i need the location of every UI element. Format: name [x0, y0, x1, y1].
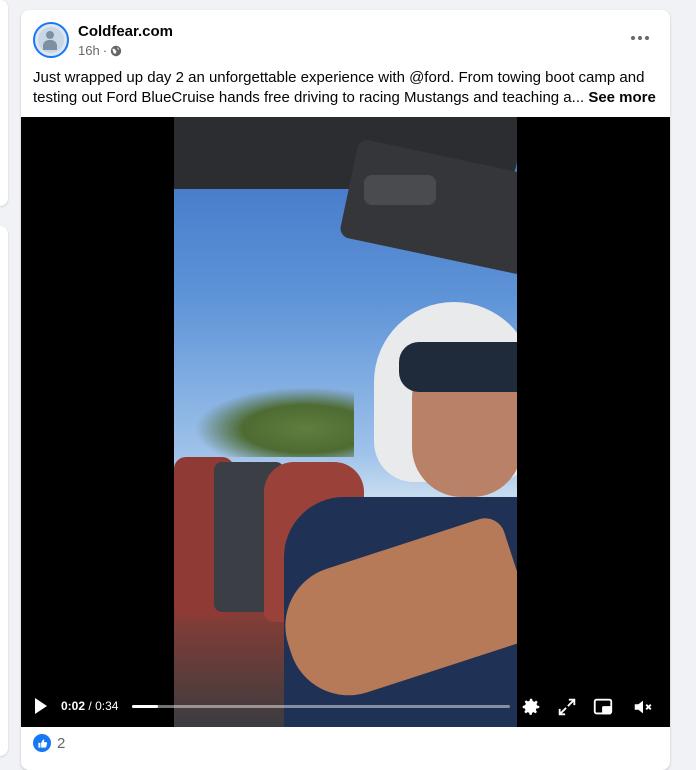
video-player[interactable]: 0:02 / 0:34 — [21, 117, 670, 727]
post-meta: 16h · — [78, 43, 122, 58]
more-options-icon[interactable] — [625, 26, 655, 50]
progress-bar[interactable] — [132, 705, 510, 708]
duration: 0:34 — [95, 699, 119, 713]
muted-speaker-icon[interactable] — [632, 696, 654, 718]
thumbs-up-icon — [33, 734, 51, 752]
video-time: 0:02 / 0:34 — [61, 699, 118, 713]
time-separator: / — [88, 699, 92, 713]
gear-icon[interactable] — [520, 696, 542, 718]
video-controls: 0:02 / 0:34 — [21, 687, 670, 727]
post-time[interactable]: 16h — [78, 43, 100, 58]
author-name[interactable]: Coldfear.com — [78, 23, 173, 40]
expand-icon[interactable] — [556, 696, 578, 718]
video-frame[interactable] — [174, 117, 517, 727]
picture-in-picture-icon[interactable] — [592, 696, 614, 718]
progress-fill — [132, 705, 159, 708]
play-icon[interactable] — [35, 698, 47, 714]
post-body: Just wrapped up day 2 an unforgettable e… — [33, 69, 645, 106]
post-text: Just wrapped up day 2 an unforgettable e… — [33, 68, 659, 108]
left-panel-edge — [0, 226, 8, 756]
reactions-summary[interactable]: 2 — [33, 734, 65, 752]
see-more-link[interactable]: See more — [588, 89, 656, 106]
current-time: 0:02 — [61, 699, 86, 713]
meta-separator: · — [102, 43, 108, 58]
reaction-count[interactable]: 2 — [57, 735, 65, 752]
left-panel-edge — [0, 0, 8, 206]
post-card: Coldfear.com 16h · Just wrapped up day 2… — [21, 10, 670, 770]
globe-icon[interactable] — [110, 45, 122, 57]
author-avatar[interactable] — [33, 22, 69, 58]
